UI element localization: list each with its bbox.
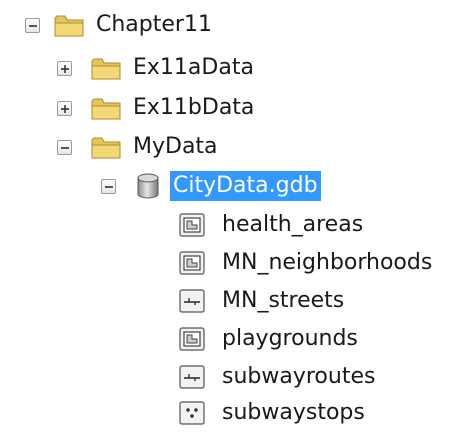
tree-node-label: MN_neighborhoods — [222, 250, 433, 275]
tree-node-mn-neighborhoods[interactable]: MN_neighborhoods — [0, 246, 472, 282]
tree-node-subwayroutes[interactable]: subwayroutes — [0, 360, 400, 396]
polygon-feature-class-icon — [179, 251, 205, 279]
geodatabase-icon — [136, 172, 160, 204]
tree-node-playgrounds[interactable]: playgrounds — [0, 322, 400, 358]
collapse-toggle[interactable] — [25, 18, 40, 33]
line-feature-class-icon — [179, 289, 205, 317]
collapse-toggle[interactable] — [57, 140, 72, 155]
tree-node-label: CityData.gdb — [170, 171, 321, 201]
tree-node-label: MyData — [133, 134, 218, 159]
tree-node-ex11adata[interactable]: Ex11aData — [0, 51, 290, 87]
tree-node-label: subwayroutes — [222, 364, 376, 389]
tree-node-ex11bdata[interactable]: Ex11bData — [0, 91, 290, 127]
tree-node-label: subwaystops — [222, 400, 365, 425]
tree-node-health-areas[interactable]: health_areas — [0, 208, 400, 244]
tree-node-label: MN_streets — [222, 288, 345, 313]
folder-icon — [54, 13, 84, 43]
expand-toggle[interactable] — [57, 61, 72, 76]
folder-icon — [91, 96, 121, 126]
folder-icon — [91, 56, 121, 86]
tree-node-citydata-gdb[interactable]: CityData.gdb — [0, 169, 370, 205]
tree-node-mydata[interactable]: MyData — [0, 131, 260, 167]
tree-node-label: Ex11aData — [133, 55, 254, 80]
tree-node-label: Chapter11 — [96, 12, 212, 37]
folder-icon — [91, 135, 121, 165]
tree-node-chapter11[interactable]: Chapter11 — [0, 10, 230, 46]
collapse-toggle[interactable] — [101, 179, 116, 194]
polygon-feature-class-icon — [179, 327, 205, 355]
tree-node-label: playgrounds — [222, 326, 358, 351]
tree-node-mn-streets[interactable]: MN_streets — [0, 284, 400, 320]
polygon-feature-class-icon — [179, 213, 205, 241]
catalog-tree: Chapter11 Ex11aData Ex11bData MyData Cit… — [0, 0, 472, 432]
line-feature-class-icon — [179, 365, 205, 393]
tree-node-label: Ex11bData — [133, 95, 255, 120]
point-feature-class-icon — [179, 401, 205, 429]
expand-toggle[interactable] — [57, 101, 72, 116]
tree-node-label: health_areas — [222, 212, 364, 237]
tree-node-subwaystops[interactable]: subwaystops — [0, 396, 400, 432]
